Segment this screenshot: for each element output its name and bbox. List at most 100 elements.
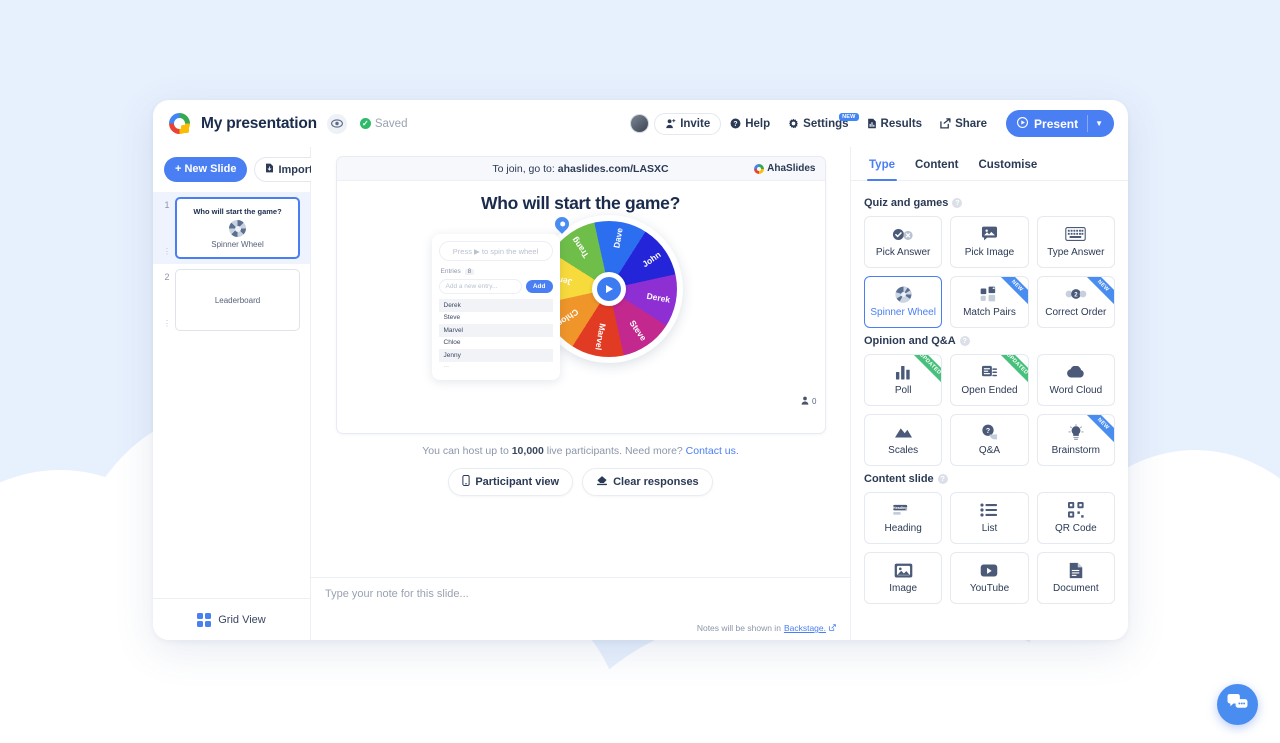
share-button[interactable]: Share (931, 113, 996, 135)
section-title-label: Quiz and games (864, 197, 949, 209)
slide-type-panel: Type Content Customise Quiz and games? Pick… (850, 147, 1128, 640)
slide-thumb-body[interactable]: Who will start the game? Spinner Wheel (175, 197, 300, 259)
slide-type-tile-open-ended[interactable]: Open Ended UPDATED (950, 354, 1029, 406)
cloud-icon (1066, 364, 1086, 380)
results-button[interactable]: Results (858, 113, 932, 135)
participant-view-button[interactable]: Participant view (448, 468, 574, 496)
slide-type-tile-youtube[interactable]: YouTube (950, 552, 1029, 604)
entry-input[interactable]: Add a new entry... (438, 279, 522, 294)
slide-drag-handle-icon[interactable]: ⋮ (159, 248, 175, 256)
slide-type-tile-q-a[interactable]: ? Q&A (950, 414, 1029, 466)
section-title: Opinion and Q&A? (864, 335, 1115, 347)
open-ended-icon (981, 364, 998, 380)
section-title: Content slide? (864, 473, 1115, 485)
present-button[interactable]: Present ▼ (1006, 110, 1114, 137)
tile-label: Document (1053, 583, 1099, 594)
entries-overflow: ... (443, 361, 449, 369)
slide-type-tile-correct-order[interactable]: 2 Correct Order NEW (1036, 276, 1115, 328)
tab-content[interactable]: Content (905, 147, 968, 180)
ahaslides-mark-icon (754, 163, 765, 174)
ahaslides-logo-icon[interactable] (169, 113, 190, 134)
help-question-icon[interactable]: ? (937, 474, 948, 484)
slide-preview[interactable]: To join, go to: ahaslides.com/LASXC AhaS… (335, 156, 826, 434)
tile-label: QR Code (1054, 523, 1097, 534)
spinner-wheel-icon (229, 220, 246, 237)
backstage-link[interactable]: Backstage. (784, 623, 826, 633)
scales-icon (894, 424, 913, 440)
new-slide-button[interactable]: + New Slide (164, 157, 248, 182)
slide-thumb-body[interactable]: Leaderboard (175, 269, 300, 331)
tile-label: Poll (894, 385, 912, 396)
slide-type-tile-poll[interactable]: Poll UPDATED (864, 354, 943, 406)
share-label: Share (955, 117, 988, 130)
grid-view-button[interactable]: Grid View (153, 598, 310, 640)
slide-thumbnail-1[interactable]: 1 ⋮ Who will start the game? Spinner Whe… (153, 192, 310, 264)
slide-thumbnail-2[interactable]: 2 ⋮ Leaderboard (153, 264, 310, 336)
entry-item[interactable]: Chloe (439, 337, 553, 350)
slide-type-tile-scales[interactable]: Scales (864, 414, 943, 466)
preview-eye-icon[interactable] (326, 113, 347, 134)
tab-type[interactable]: Type (859, 147, 905, 181)
slide-type-tile-word-cloud[interactable]: Word Cloud (1036, 354, 1115, 406)
chat-support-button[interactable] (1217, 684, 1258, 725)
slide-type-tile-brainstorm[interactable]: Brainstorm NEW (1036, 414, 1115, 466)
presentation-title[interactable]: My presentation (201, 115, 317, 133)
help-icon: ? (730, 118, 741, 129)
qrcode-icon (1067, 502, 1084, 518)
wheel-spin-play-button[interactable] (591, 272, 626, 306)
heading-icon: Heading (892, 502, 914, 518)
slide-type-tile-qr-code[interactable]: QR Code (1036, 492, 1115, 544)
slide-type-tile-spinner-wheel[interactable]: Spinner Wheel (864, 276, 943, 328)
entry-add-button[interactable]: Add (525, 280, 553, 293)
entries-panel: Press ▶ to spin the wheel Entries 8 Add … (431, 234, 560, 380)
entries-list: Derek Steve Marvel Chloe Jenny (438, 299, 553, 362)
slide-heading[interactable]: Who will start the game? (337, 193, 825, 214)
spin-hint: Press ▶ to spin the wheel (438, 241, 553, 261)
entry-item[interactable]: Jenny (438, 349, 553, 362)
tile-badge: UPDATED (993, 355, 1028, 388)
section-title-label: Opinion and Q&A (864, 335, 956, 347)
tile-label: Pick Image (964, 247, 1015, 258)
slide-type-tile-type-answer[interactable]: Type Answer (1036, 216, 1115, 268)
entry-item[interactable]: Derek (438, 299, 553, 312)
slide-type-tile-heading[interactable]: Heading Heading (864, 492, 943, 544)
join-prefix: To join, go to: (492, 162, 555, 175)
import-label: Import (278, 163, 313, 176)
help-question-icon[interactable]: ? (959, 336, 970, 346)
avatar[interactable] (630, 114, 650, 133)
person-icon (801, 396, 809, 407)
saved-label: Saved (374, 117, 408, 130)
tile-badge: NEW (1079, 415, 1114, 448)
help-question-icon[interactable]: ? (952, 198, 963, 208)
slide-drag-handle-icon[interactable]: ⋮ (159, 320, 175, 328)
slide-type-tile-list[interactable]: List (950, 492, 1029, 544)
tab-customise[interactable]: Customise (968, 147, 1047, 180)
entry-add-row: Add a new entry... Add (438, 279, 553, 294)
slide-stage: Press ▶ to spin the wheel Entries 8 Add … (337, 214, 825, 414)
tile-grid: Poll UPDATED Open Ended UPDATED Word Cloud Sc… (864, 354, 1115, 466)
tile-label: Image (889, 583, 918, 594)
notes-input[interactable]: Type your note for this slide... (325, 588, 836, 600)
saved-status: ✓ Saved (359, 117, 408, 130)
entry-item[interactable]: Steve (439, 312, 553, 325)
invite-button[interactable]: Invite (654, 112, 722, 135)
slide-type-tile-document[interactable]: Document (1036, 552, 1115, 604)
slide-type-tile-pick-answer[interactable]: Pick Answer (864, 216, 943, 268)
keyboard-icon (1065, 226, 1087, 242)
present-chevron-down-icon[interactable]: ▼ (1088, 119, 1110, 128)
canvas-actions: Participant view Clear responses (448, 468, 713, 496)
settings-button[interactable]: Settings NEW (779, 112, 859, 135)
help-button[interactable]: ? Help (721, 113, 779, 135)
correct-order-icon: 2 (1065, 286, 1087, 302)
slide-type-tile-pick-image[interactable]: Pick Image (950, 216, 1029, 268)
clear-responses-button[interactable]: Clear responses (582, 468, 713, 496)
tile-label: Heading (884, 523, 922, 534)
entry-item[interactable]: Marvel (438, 324, 553, 337)
contact-us-link[interactable]: Contact us. (686, 445, 739, 457)
slide-type-tile-image[interactable]: Image (864, 552, 943, 604)
viewer-count-label: 0 (812, 397, 817, 406)
tile-label: YouTube (969, 583, 1010, 594)
editor-center: To join, go to: ahaslides.com/LASXC AhaS… (311, 147, 850, 640)
slide-type-tile-match-pairs[interactable]: Match Pairs NEW (950, 276, 1029, 328)
tile-grid: Heading Heading List QR Code Image YouTube Doc… (864, 492, 1115, 604)
